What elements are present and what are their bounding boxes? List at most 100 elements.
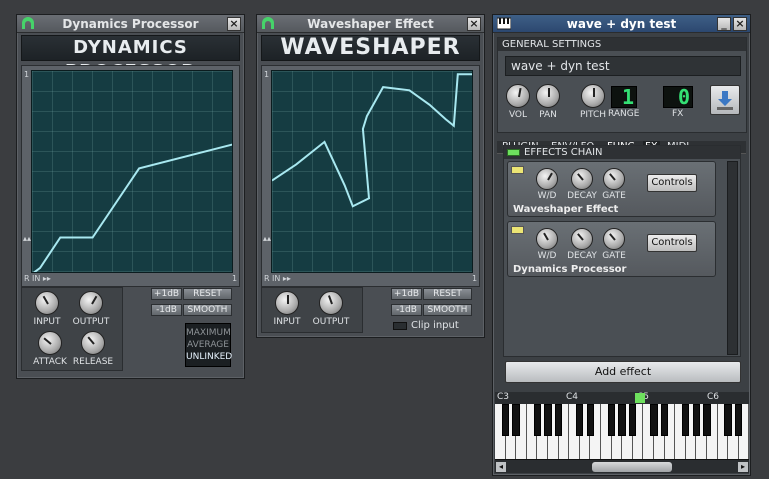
instrument-name-field[interactable]: wave + dyn test xyxy=(505,56,741,76)
dynamics-close-button[interactable]: × xyxy=(227,17,241,31)
fx-dynamics-wd-label: W/D xyxy=(537,251,557,261)
fx-item-dynamics[interactable]: W/D DECAY GATE Controls Dynamics Process… xyxy=(507,221,716,277)
stereo-mode-unlinked[interactable]: UNLINKED xyxy=(186,351,232,363)
waveshaper-transfer-curve xyxy=(272,73,472,208)
dynamics-processor-window: Dynamics Processor × DYNAMICS PROCESSOR … xyxy=(16,14,245,379)
fx-waveshaper-enable-led[interactable] xyxy=(511,166,524,174)
waveshaper-transfer-graph[interactable] xyxy=(271,70,473,273)
fx-dynamics-enable-led[interactable] xyxy=(511,226,524,234)
fx-dynamics-decay-label: DECAY xyxy=(567,251,597,261)
piano-black-key[interactable] xyxy=(544,404,552,436)
piano-black-key[interactable] xyxy=(576,404,584,436)
range-label: RANGE xyxy=(608,109,640,119)
fx-waveshaper-gate-knob[interactable]: GATE xyxy=(596,168,632,201)
dynamics-release-knob[interactable]: RELEASE xyxy=(71,331,115,367)
fx-item-waveshaper[interactable]: W/D DECAY GATE Controls Waveshaper Effec… xyxy=(507,161,716,217)
instrument-close-button[interactable]: × xyxy=(733,17,747,31)
base-note-marker[interactable] xyxy=(635,393,645,403)
waveshaper-curve-svg xyxy=(272,73,472,208)
download-icon xyxy=(717,91,733,110)
piano-black-key[interactable] xyxy=(692,404,701,436)
range-lcd[interactable]: 1 xyxy=(611,86,637,108)
scroll-right-arrow-icon[interactable]: ▸ xyxy=(738,462,748,472)
dynamics-plus1db-button[interactable]: +1dB xyxy=(151,288,182,300)
fx-waveshaper-gate-label: GATE xyxy=(602,191,626,201)
dynamics-smooth-button[interactable]: SMOOTH xyxy=(183,304,232,316)
scroll-left-arrow-icon[interactable]: ◂ xyxy=(496,462,506,472)
waveshaper-close-button[interactable]: × xyxy=(467,17,481,31)
dynamics-axis-arrows: ▴▴ xyxy=(23,234,32,243)
waveshaper-axis-bottom-right-label: 1 xyxy=(472,274,478,283)
waveshaper-smooth-button[interactable]: SMOOTH xyxy=(423,304,472,316)
piano-black-key[interactable] xyxy=(607,404,616,436)
piano-black-key[interactable] xyxy=(735,404,743,436)
waveshaper-axis-r-label: R xyxy=(264,274,270,283)
dynamics-titlebar[interactable]: Dynamics Processor × xyxy=(17,15,244,33)
waveshaper-input-knob[interactable]: INPUT xyxy=(265,291,309,327)
stereo-mode-maximum[interactable]: MAXIMUM xyxy=(186,327,231,339)
dynamics-reset-button[interactable]: RESET xyxy=(183,288,232,300)
pan-label: PAN xyxy=(539,110,557,120)
fx-waveshaper-controls-button[interactable]: Controls xyxy=(647,174,697,192)
piano-black-key[interactable] xyxy=(629,404,637,436)
waveshaper-titlebar[interactable]: Waveshaper Effect × xyxy=(257,15,484,33)
waveshaper-axis-top-label: 1 xyxy=(264,70,270,79)
dynamics-minus1db-button[interactable]: -1dB xyxy=(151,304,182,316)
instrument-minimize-button[interactable]: _ xyxy=(717,17,731,31)
fx-dynamics-decay-knob[interactable]: DECAY xyxy=(564,228,600,261)
waveshaper-axis-arrows: ▴▴ xyxy=(263,234,272,243)
fx-waveshaper-wd-knob[interactable]: W/D xyxy=(529,168,565,201)
dynamics-input-label: INPUT xyxy=(33,317,61,327)
fx-dynamics-wd-knob[interactable]: W/D xyxy=(529,228,565,261)
piano-black-key[interactable] xyxy=(618,404,626,436)
effects-chain-enable-led[interactable] xyxy=(507,149,520,156)
stereo-mode-average[interactable]: AVERAGE xyxy=(186,339,230,351)
waveshaper-graph-frame: 1 ▴▴ R IN ▸▸ 1 xyxy=(261,65,480,287)
piano-black-key[interactable] xyxy=(703,404,711,436)
dynamics-banner: DYNAMICS PROCESSOR xyxy=(21,35,240,82)
piano-keyboard[interactable] xyxy=(495,404,749,459)
scroll-thumb[interactable] xyxy=(592,462,672,472)
instrument-titlebar[interactable]: wave + dyn test _ × xyxy=(493,15,750,33)
dynamics-input-knob[interactable]: INPUT xyxy=(25,291,69,327)
effects-scrollbar[interactable] xyxy=(727,161,738,355)
dynamics-output-knob[interactable]: OUTPUT xyxy=(69,291,113,327)
dynamics-title: Dynamics Processor xyxy=(62,17,199,31)
fx-waveshaper-decay-knob[interactable]: DECAY xyxy=(564,168,600,201)
piano-scrollbar[interactable]: ◂ ▸ xyxy=(495,459,749,473)
waveshaper-minus1db-button[interactable]: -1dB xyxy=(391,304,422,316)
octave-label-c4: C4 xyxy=(566,392,579,402)
add-effect-button[interactable]: Add effect xyxy=(505,361,741,383)
piano-black-key[interactable] xyxy=(501,404,510,436)
piano-black-key[interactable] xyxy=(586,404,595,436)
waveshaper-output-knob[interactable]: OUTPUT xyxy=(309,291,353,327)
waveshaper-banner: WAVESHAPER xyxy=(261,35,480,61)
fx-channel-label: FX xyxy=(672,109,684,119)
fx-channel-lcd[interactable]: 0 xyxy=(663,86,693,108)
fx-dynamics-gate-knob[interactable]: GATE xyxy=(596,228,632,261)
piano-black-key[interactable] xyxy=(554,404,563,436)
piano-black-key[interactable] xyxy=(650,404,658,436)
dynamics-attack-knob[interactable]: ATTACK xyxy=(28,331,72,367)
fx-waveshaper-wd-label: W/D xyxy=(537,191,557,201)
octave-label-c6: C6 xyxy=(707,392,720,402)
fx-waveshaper-decay-label: DECAY xyxy=(567,191,597,201)
waveshaper-window: Waveshaper Effect × WAVESHAPER 1 ▴▴ R IN… xyxy=(256,14,485,338)
save-preset-button[interactable] xyxy=(710,85,740,115)
piano-black-key[interactable] xyxy=(533,404,542,436)
dynamics-transfer-graph[interactable] xyxy=(31,70,233,273)
piano-black-key[interactable] xyxy=(660,404,669,436)
piano-black-key[interactable] xyxy=(682,404,690,436)
dynamics-release-label: RELEASE xyxy=(72,357,114,367)
piano-black-key[interactable] xyxy=(512,404,520,436)
dynamics-stereo-mode-selector[interactable]: MAXIMUM AVERAGE UNLINKED xyxy=(185,323,232,367)
piano-black-key[interactable] xyxy=(724,404,732,436)
waveshaper-plus1db-button[interactable]: +1dB xyxy=(391,288,422,300)
pan-knob[interactable]: PAN xyxy=(526,84,570,120)
octave-ruler: C3 C4 C5 C6 xyxy=(495,392,749,404)
clip-input-checkbox[interactable] xyxy=(393,322,407,330)
waveshaper-reset-button[interactable]: RESET xyxy=(423,288,472,300)
dynamics-transfer-curve xyxy=(32,143,232,272)
fx-dynamics-controls-button[interactable]: Controls xyxy=(647,234,697,252)
waveshaper-axis-in-label: IN ▸▸ xyxy=(272,274,291,283)
